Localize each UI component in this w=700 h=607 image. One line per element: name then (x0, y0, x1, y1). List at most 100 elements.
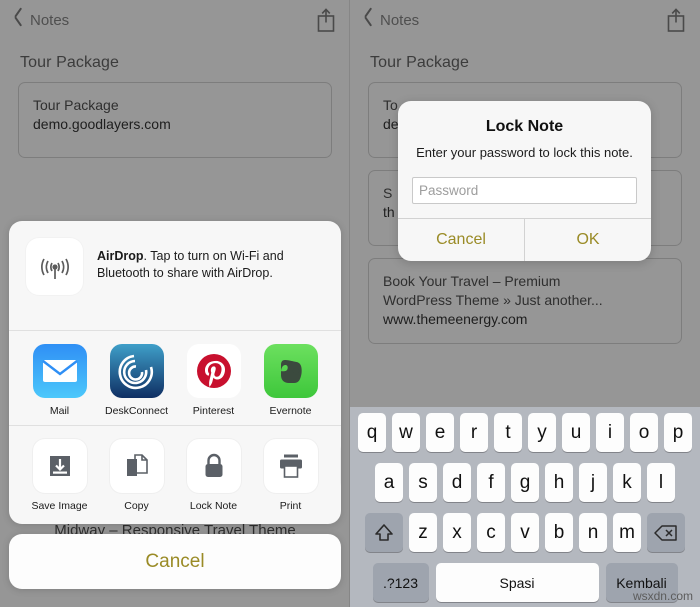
mail-icon (32, 344, 87, 398)
alert-field-wrapper (398, 175, 651, 218)
share-app-whatsapp[interactable]: W (329, 344, 341, 417)
airdrop-row[interactable]: AirDrop. Tap to turn on Wi-Fi and Blueto… (9, 221, 341, 331)
return-key[interactable]: Kembali (605, 563, 678, 602)
note-card-title: Book Your Travel – Premium (383, 273, 561, 289)
back-button-label: Notes (30, 11, 70, 29)
share-icon[interactable] (666, 7, 686, 33)
key-k[interactable]: k (613, 463, 641, 502)
key-d[interactable]: d (443, 463, 471, 502)
share-icon[interactable] (316, 7, 336, 33)
key-m[interactable]: m (613, 513, 641, 552)
copy-icon (109, 439, 164, 493)
share-app-label: Pinterest (192, 405, 235, 417)
keyboard-row-4: .?123 Spasi Kembali (353, 563, 697, 602)
alert-cancel-button[interactable]: Cancel (398, 219, 524, 261)
key-v[interactable]: v (511, 513, 539, 552)
share-sheet: AirDrop. Tap to turn on Wi-Fi and Blueto… (9, 221, 341, 524)
shift-icon[interactable] (365, 513, 403, 552)
print-icon (263, 439, 318, 493)
key-c[interactable]: c (477, 513, 505, 552)
left-note-cards: Tour Package demo.goodlayers.com (0, 82, 350, 158)
airdrop-description: AirDrop. Tap to turn on Wi-Fi and Blueto… (97, 238, 325, 282)
chevron-left-icon (364, 11, 375, 29)
key-n[interactable]: n (579, 513, 607, 552)
share-app-evernote[interactable]: Evernote (252, 344, 329, 417)
key-t[interactable]: t (494, 413, 522, 452)
note-card-title: Tour Package (33, 97, 119, 113)
back-button-label: Notes (380, 11, 420, 29)
alert-title: Lock Note (485, 118, 564, 135)
action-label: Save Image (31, 500, 88, 512)
note-card-url: demo.goodlayers.com (33, 115, 171, 132)
right-navbar: Notes (350, 0, 700, 40)
keyboard-row-3: z x c v b n m (353, 513, 697, 552)
deskconnect-icon (109, 344, 164, 398)
key-f[interactable]: f (477, 463, 505, 502)
note-card-url: www.themeenergy.com (383, 310, 528, 327)
chevron-left-icon (14, 11, 25, 29)
password-input[interactable] (412, 177, 637, 205)
keyboard-row-1: q w e r t y u i o p (353, 413, 697, 452)
alert-buttons: Cancel OK (398, 218, 651, 262)
key-g[interactable]: g (511, 463, 539, 502)
key-y[interactable]: y (528, 413, 556, 452)
share-cancel-button[interactable]: Cancel (9, 534, 341, 589)
alert-ok-button[interactable]: OK (524, 219, 651, 262)
whatsapp-icon (340, 344, 341, 398)
share-app-label: Evernote (269, 405, 312, 417)
note-title: Tour Package (20, 54, 120, 71)
numbers-key[interactable]: .?123 (372, 563, 429, 602)
action-more[interactable] (329, 439, 341, 512)
right-panel: Notes Tour Package To de S th Book Your … (350, 0, 700, 607)
key-h[interactable]: h (545, 463, 573, 502)
action-print[interactable]: Print (252, 439, 329, 512)
left-navbar: Notes (0, 0, 350, 40)
alert-body: Lock Note Enter your password to lock th… (398, 101, 651, 175)
share-app-mail[interactable]: Mail (21, 344, 98, 417)
action-label: Print (279, 500, 302, 512)
action-save-image[interactable]: Save Image (21, 439, 98, 512)
action-label: Lock Note (189, 500, 238, 512)
lock-note-alert: Lock Note Enter your password to lock th… (398, 101, 651, 262)
space-key[interactable]: Spasi (435, 563, 599, 602)
more-icon (340, 439, 341, 493)
key-e[interactable]: e (426, 413, 454, 452)
key-o[interactable]: o (630, 413, 658, 452)
action-copy[interactable]: Copy (98, 439, 175, 512)
share-app-deskconnect[interactable]: DeskConnect (98, 344, 175, 417)
share-app-label: Mail (49, 405, 70, 417)
screenshot-root: Notes Tour Package Tour Package demo.goo… (0, 0, 700, 607)
pinterest-icon (186, 344, 241, 398)
airdrop-bold-label: AirDrop (97, 249, 144, 263)
back-to-notes-button[interactable]: Notes (364, 11, 419, 29)
share-app-pinterest[interactable]: Pinterest (175, 344, 252, 417)
key-r[interactable]: r (460, 413, 488, 452)
key-p[interactable]: p (664, 413, 692, 452)
share-app-label: DeskConnect (104, 405, 169, 417)
note-card[interactable]: Book Your Travel – Premium WordPress The… (368, 258, 682, 344)
keyboard-row-2: a s d f g h j k l (353, 463, 697, 502)
backspace-icon[interactable] (647, 513, 685, 552)
key-w[interactable]: w (392, 413, 420, 452)
key-z[interactable]: z (409, 513, 437, 552)
key-b[interactable]: b (545, 513, 573, 552)
key-s[interactable]: s (409, 463, 437, 502)
key-i[interactable]: i (596, 413, 624, 452)
action-label: Copy (124, 500, 149, 512)
back-to-notes-button[interactable]: Notes (14, 11, 69, 29)
virtual-keyboard: q w e r t y u i o p a s d f g h j k l z … (350, 407, 700, 607)
share-apps-row: Mail DeskConnect Pinterest Evernote (9, 331, 341, 425)
note-card[interactable]: Tour Package demo.goodlayers.com (18, 82, 332, 158)
note-title: Tour Package (370, 54, 470, 71)
airdrop-icon (26, 238, 83, 295)
action-lock-note[interactable]: Lock Note (175, 439, 252, 512)
lock-icon (186, 439, 241, 493)
key-q[interactable]: q (358, 413, 386, 452)
left-panel: Notes Tour Package Tour Package demo.goo… (0, 0, 350, 607)
key-j[interactable]: j (579, 463, 607, 502)
key-l[interactable]: l (647, 463, 675, 502)
key-x[interactable]: x (443, 513, 471, 552)
key-a[interactable]: a (375, 463, 403, 502)
key-u[interactable]: u (562, 413, 590, 452)
share-actions-row: Save Image Copy Lock Note Print (9, 425, 341, 524)
